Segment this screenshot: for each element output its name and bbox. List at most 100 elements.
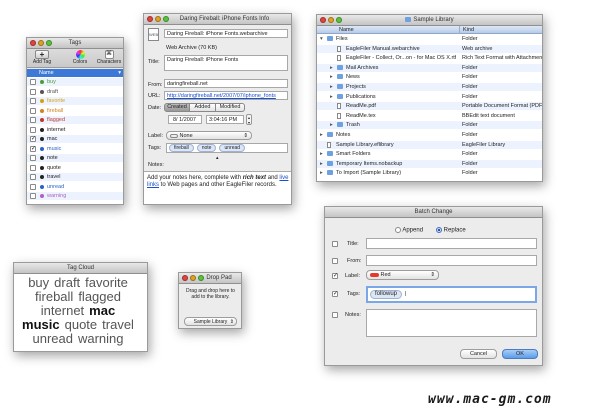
disclosure-triangle-icon[interactable]: ▸ bbox=[330, 93, 333, 101]
url-field[interactable]: http://daringfireball.net/2007/07/iphone… bbox=[164, 91, 288, 100]
disclosure-triangle-icon[interactable]: ▸ bbox=[320, 150, 323, 158]
tag-checkbox[interactable]: ✓ bbox=[30, 136, 36, 142]
add-tag-button[interactable]: + Add Tag bbox=[30, 50, 54, 67]
tag-row[interactable]: buy bbox=[27, 78, 123, 86]
disclosure-triangle-icon[interactable]: ▸ bbox=[320, 169, 323, 177]
time-stepper[interactable]: ▴ ▾ bbox=[246, 114, 252, 125]
disclosure-triangle-icon[interactable]: ▸ bbox=[320, 131, 323, 139]
cancel-button[interactable]: Cancel bbox=[460, 349, 497, 359]
disclosure-triangle-icon[interactable]: ▸ bbox=[320, 160, 323, 168]
library-row[interactable]: ▾ Files Folder bbox=[317, 35, 542, 43]
tags-field[interactable]: followup | bbox=[366, 286, 537, 303]
library-row[interactable]: EagleFiler Manual.webarchive Web archive bbox=[317, 44, 542, 53]
colors-button[interactable]: Colors bbox=[69, 50, 91, 67]
tag-checkbox[interactable] bbox=[30, 117, 36, 123]
close-button[interactable] bbox=[147, 16, 153, 22]
tags-checkbox[interactable]: ✓ bbox=[332, 291, 338, 297]
tab-modified[interactable]: Modified bbox=[216, 103, 245, 112]
date-field[interactable]: 8/ 1/2007 bbox=[168, 115, 202, 124]
drop-area[interactable]: Drag and drop here to add to the library… bbox=[182, 286, 239, 312]
cloud-word[interactable]: internet bbox=[41, 304, 84, 318]
tag-token[interactable]: unread bbox=[219, 144, 246, 152]
cloud-word[interactable]: unread bbox=[32, 332, 72, 346]
tag-checkbox[interactable] bbox=[30, 98, 36, 104]
tab-created[interactable]: Created bbox=[164, 103, 190, 112]
minimize-button[interactable] bbox=[155, 16, 161, 22]
disclosure-triangle-icon[interactable]: ▾ bbox=[320, 35, 323, 43]
tag-row[interactable]: travel bbox=[27, 173, 123, 181]
from-checkbox[interactable] bbox=[332, 258, 338, 264]
characters-button[interactable]: ⌘ Characters bbox=[95, 50, 123, 67]
kind-column-header[interactable]: Kind bbox=[459, 26, 474, 34]
notes-checkbox[interactable] bbox=[332, 312, 338, 318]
cloud-word[interactable]: music bbox=[22, 318, 60, 332]
cloud-word[interactable]: flagged bbox=[78, 290, 121, 304]
library-row[interactable]: Sample Library.eflibrary EagleFiler Libra… bbox=[317, 140, 542, 149]
title-field[interactable]: Daring Fireball: iPhone Fonts bbox=[164, 55, 288, 71]
tag-row[interactable]: ✓ mac bbox=[27, 135, 123, 143]
library-row[interactable]: EagleFiler - Collect, Or...on - for Mac … bbox=[317, 54, 542, 62]
tag-checkbox[interactable] bbox=[30, 183, 36, 190]
tag-checkbox[interactable] bbox=[30, 126, 36, 133]
minimize-button[interactable] bbox=[328, 17, 334, 23]
close-button[interactable] bbox=[320, 17, 326, 23]
tab-added[interactable]: Added bbox=[190, 103, 216, 112]
tag-checkbox[interactable] bbox=[30, 155, 36, 161]
zoom-button[interactable] bbox=[163, 16, 169, 22]
tag-row[interactable]: quote bbox=[27, 164, 123, 172]
from-field[interactable] bbox=[366, 255, 537, 266]
filename-field[interactable]: Daring Fireball: iPhone Fonts.webarchive bbox=[164, 29, 288, 38]
tag-row[interactable]: ✓ music bbox=[27, 145, 123, 153]
time-field[interactable]: 3:04:16 PM bbox=[206, 115, 244, 124]
cloud-word[interactable]: draft bbox=[54, 276, 80, 290]
tag-token[interactable]: followup bbox=[370, 290, 403, 299]
tag-row[interactable]: draft bbox=[27, 88, 123, 96]
label-checkbox[interactable]: ✓ bbox=[332, 273, 338, 279]
zoom-button[interactable] bbox=[46, 40, 52, 46]
cloud-word[interactable]: travel bbox=[102, 318, 134, 332]
append-radio[interactable]: Append bbox=[395, 227, 423, 234]
library-row[interactable]: ▸ Mail Archives Folder bbox=[317, 63, 542, 72]
library-row[interactable]: ▸ Temporary Items.nobackup Folder bbox=[317, 159, 542, 168]
tag-token[interactable]: fireball bbox=[169, 144, 194, 152]
tag-row[interactable]: warning bbox=[27, 192, 123, 200]
library-row[interactable]: ReadMe.pdf Portable Document Format (PDF) bbox=[317, 102, 542, 111]
disclosure-triangle-icon[interactable]: ▸ bbox=[330, 64, 333, 72]
title-field[interactable] bbox=[366, 238, 537, 249]
tag-row[interactable]: flagged bbox=[27, 116, 123, 124]
name-column-header[interactable]: Name bbox=[339, 26, 354, 34]
label-popup[interactable]: None ⇕ bbox=[166, 131, 252, 140]
tags-field[interactable]: fireball note unread bbox=[166, 143, 288, 153]
cloud-word[interactable]: warning bbox=[78, 332, 124, 346]
close-button[interactable] bbox=[30, 40, 36, 46]
library-row[interactable]: ▸ Trash Folder bbox=[317, 121, 542, 130]
library-row[interactable]: ▸ Smart Folders Folder bbox=[317, 150, 542, 158]
splitter-handle[interactable]: ▴ bbox=[216, 155, 219, 161]
tag-checkbox[interactable] bbox=[30, 88, 36, 95]
cloud-word[interactable]: mac bbox=[89, 304, 115, 318]
tag-row[interactable]: fireball bbox=[27, 107, 123, 115]
tag-checkbox[interactable] bbox=[30, 174, 36, 180]
tag-row[interactable]: favorite bbox=[27, 97, 123, 105]
tag-row[interactable]: note bbox=[27, 154, 123, 162]
library-popup[interactable]: Sample Library ⇕ bbox=[184, 317, 237, 326]
close-button[interactable] bbox=[182, 275, 188, 281]
tag-checkbox[interactable] bbox=[30, 107, 36, 114]
ok-button[interactable]: OK bbox=[502, 349, 538, 359]
label-popup[interactable]: Red ⇕ bbox=[366, 270, 439, 280]
cloud-word[interactable]: favorite bbox=[85, 276, 128, 290]
library-row[interactable]: ReadMe.tex BBEdit text document bbox=[317, 112, 542, 120]
tag-checkbox[interactable]: ✓ bbox=[30, 145, 36, 152]
replace-radio[interactable]: Replace bbox=[436, 227, 466, 234]
disclosure-triangle-icon[interactable]: ▸ bbox=[330, 73, 333, 81]
notes-field[interactable] bbox=[366, 309, 537, 337]
minimize-button[interactable] bbox=[190, 275, 196, 281]
from-field[interactable]: daringfireball.net bbox=[164, 79, 288, 88]
library-row[interactable]: ▸ News Folder bbox=[317, 73, 542, 81]
tag-checkbox[interactable] bbox=[30, 79, 36, 85]
tag-checkbox[interactable] bbox=[30, 193, 36, 199]
disclosure-triangle-icon[interactable]: ▸ bbox=[330, 83, 333, 91]
disclosure-triangle-icon[interactable]: ▸ bbox=[330, 121, 333, 129]
library-row[interactable]: ▸ Notes Folder bbox=[317, 131, 542, 139]
tag-token[interactable]: note bbox=[196, 144, 217, 152]
